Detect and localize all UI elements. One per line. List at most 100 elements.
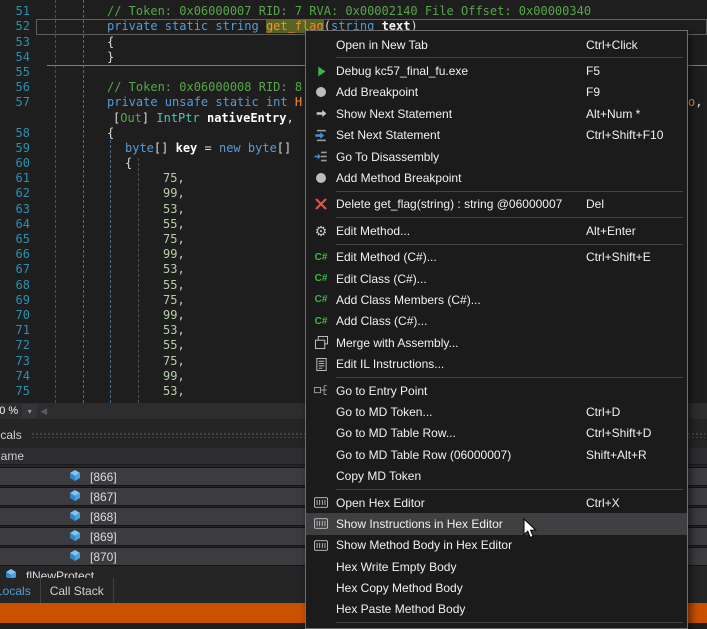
line-number[interactable]: 68 xyxy=(0,278,30,293)
csharp-icon: C# xyxy=(306,289,336,310)
line-number[interactable]: 59 xyxy=(0,141,30,156)
line-number[interactable]: 71 xyxy=(0,323,30,338)
menu-item-shortcut: Ctrl+Shift+E xyxy=(586,250,687,264)
csharp-icon: C# xyxy=(306,247,336,268)
empty-icon xyxy=(306,577,336,598)
line-number[interactable]: 67 xyxy=(0,262,30,277)
menu-item[interactable]: Go to MD Table Row...Ctrl+Shift+D xyxy=(306,423,687,444)
line-number[interactable]: 54 xyxy=(0,50,30,65)
menu-item-label: Show Instructions in Hex Editor xyxy=(336,517,586,531)
menu-item[interactable]: Go To Disassembly xyxy=(306,146,687,167)
menu-item[interactable]: Merge with Assembly... xyxy=(306,332,687,353)
menu-item[interactable]: Copy MD Token xyxy=(306,465,687,486)
line-number[interactable]: 51 xyxy=(0,4,30,19)
menu-item[interactable]: Go to Entry Point xyxy=(306,380,687,401)
line-number[interactable]: 53 xyxy=(0,35,30,50)
menu-item[interactable]: C#Edit Method (C#)...Ctrl+Shift+E xyxy=(306,247,687,268)
menu-item-label: Go to MD Table Row... xyxy=(336,426,586,440)
menu-item-label: Add Breakpoint xyxy=(336,85,586,99)
code-text: { xyxy=(40,156,132,171)
menu-item[interactable]: Show Next StatementAlt+Num * xyxy=(306,103,687,124)
column-name-label: Name xyxy=(0,449,24,463)
hex-editor-icon xyxy=(306,492,336,513)
line-number[interactable]: 55 xyxy=(0,65,30,80)
menu-item[interactable]: Edit IL Instructions... xyxy=(306,353,687,374)
menu-item[interactable]: Add Method Breakpoint xyxy=(306,167,687,188)
code-text: // Token: 0x06000007 RID: 7 RVA: 0x00002… xyxy=(40,4,591,19)
line-number[interactable]: 65 xyxy=(0,232,30,247)
menu-item-shortcut: Ctrl+D xyxy=(586,405,687,419)
code-text: // Token: 0x06000008 RID: 8 xyxy=(40,80,302,95)
code-line[interactable]: 51 // Token: 0x06000007 RID: 7 RVA: 0x000… xyxy=(0,4,707,19)
menu-item-label: Go to MD Token... xyxy=(336,405,586,419)
menu-item-shortcut: Ctrl+Shift+F10 xyxy=(586,128,687,142)
menu-item-label: Hex Paste Method Body xyxy=(336,602,586,616)
tab-locals[interactable]: Locals xyxy=(0,578,41,603)
menu-item[interactable]: ⚙Edit Method...Alt+Enter xyxy=(306,220,687,241)
scroll-left-arrow-icon[interactable]: ◀ xyxy=(40,406,47,417)
menu-item[interactable]: Hex Write Empty Body xyxy=(306,556,687,577)
line-number[interactable]: 62 xyxy=(0,186,30,201)
line-number[interactable]: 74 xyxy=(0,369,30,384)
menu-item[interactable]: Open Hex EditorCtrl+X xyxy=(306,492,687,513)
line-number[interactable]: 66 xyxy=(0,247,30,262)
menu-item[interactable]: Show Instructions in Hex Editor xyxy=(306,513,687,534)
line-number[interactable]: 57 xyxy=(0,95,30,110)
line-number[interactable]: 69 xyxy=(0,293,30,308)
menu-item[interactable]: Add BreakpointF9 xyxy=(306,82,687,103)
line-number[interactable] xyxy=(0,111,30,126)
line-number[interactable]: 58 xyxy=(0,126,30,141)
line-number[interactable]: 52 xyxy=(0,19,30,34)
chevron-down-icon: ▾ xyxy=(28,407,32,416)
menu-item[interactable]: C#Add Class (C#)... xyxy=(306,311,687,332)
menu-item-label: Go to MD Table Row (06000007) xyxy=(336,448,586,462)
menu-item[interactable]: Hex Paste Method Body xyxy=(306,599,687,620)
code-text xyxy=(40,65,107,80)
code-text: 53, xyxy=(40,202,185,217)
menu-item[interactable]: Open in New TabCtrl+Click xyxy=(306,34,687,55)
line-number[interactable]: 60 xyxy=(0,156,30,171)
code-text: 55, xyxy=(40,278,185,293)
menu-separator xyxy=(336,489,683,490)
line-number[interactable]: 56 xyxy=(0,80,30,95)
line-number[interactable]: 64 xyxy=(0,217,30,232)
menu-item-label: Add Class (C#)... xyxy=(336,314,586,328)
menu-item[interactable]: Go to MD Token...Ctrl+D xyxy=(306,401,687,422)
zoom-dropdown-button[interactable]: ▾ xyxy=(22,404,37,418)
code-text: { xyxy=(40,35,114,50)
empty-icon xyxy=(306,599,336,620)
code-text: 75, xyxy=(40,171,185,186)
line-number[interactable]: 70 xyxy=(0,308,30,323)
menu-item[interactable]: Hex Copy Method Body xyxy=(306,577,687,598)
menu-item[interactable]: Go to MD Table Row (06000007)Shift+Alt+R xyxy=(306,444,687,465)
code-text: [Out] IntPtr nativeEntry, xyxy=(40,111,294,126)
menu-item-label: Merge with Assembly... xyxy=(336,336,586,350)
code-text: 53, xyxy=(40,262,185,277)
menu-item-shortcut: F9 xyxy=(586,85,687,99)
line-number[interactable]: 73 xyxy=(0,354,30,369)
line-number[interactable]: 61 xyxy=(0,171,30,186)
line-number[interactable]: 75 xyxy=(0,384,30,399)
code-text: byte[] key = new byte[] xyxy=(40,141,291,156)
menu-item[interactable]: C#Add Class Members (C#)... xyxy=(306,289,687,310)
code-text: 53, xyxy=(40,323,185,338)
entry-point-icon xyxy=(306,380,336,401)
line-number[interactable]: 72 xyxy=(0,338,30,353)
hex-editor-icon xyxy=(306,513,336,534)
code-text: 75, xyxy=(40,232,185,247)
menu-item[interactable]: Debug kc57_final_fu.exeF5 xyxy=(306,60,687,81)
local-variable-icon xyxy=(68,550,90,564)
csharp-icon: C# xyxy=(306,311,336,332)
tab-call-stack[interactable]: Call Stack xyxy=(41,578,114,603)
locals-row-label: [866] xyxy=(90,470,117,484)
menu-item-label: Hex Write Empty Body xyxy=(336,560,586,574)
csharp-icon: C# xyxy=(306,268,336,289)
menu-item-shortcut: Del xyxy=(586,197,687,211)
line-number[interactable]: 63 xyxy=(0,202,30,217)
menu-item[interactable]: Set Next StatementCtrl+Shift+F10 xyxy=(306,125,687,146)
menu-item[interactable]: C#Edit Class (C#)... xyxy=(306,268,687,289)
menu-item-label: Set Next Statement xyxy=(336,128,586,142)
menu-item[interactable]: Delete get_flag(string) : string @060000… xyxy=(306,194,687,215)
menu-item[interactable]: Show Method Body in Hex Editor xyxy=(306,535,687,556)
menu-item-label: Show Next Statement xyxy=(336,107,586,121)
